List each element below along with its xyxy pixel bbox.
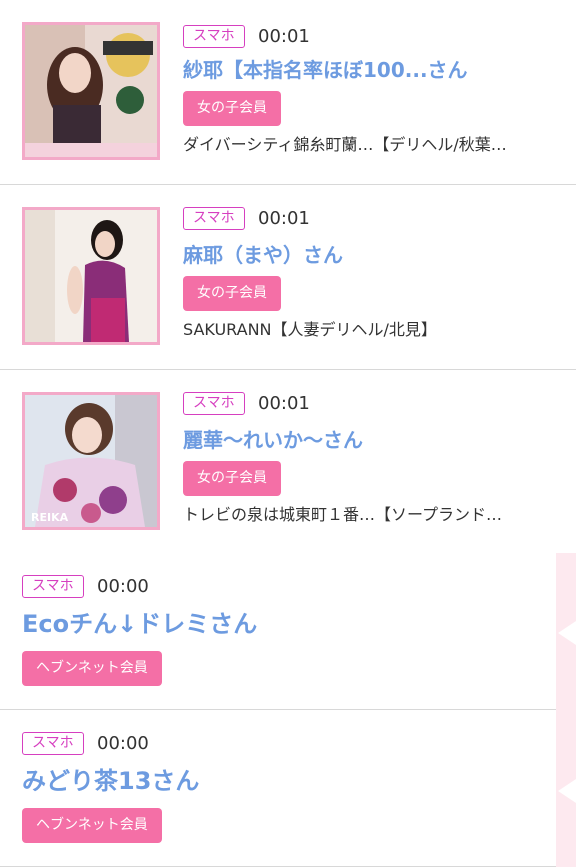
profile-photo-icon: REIKA	[25, 395, 157, 527]
shop-name[interactable]: SAKURANN【人妻デリヘル/北見】	[183, 319, 437, 341]
shop-name[interactable]: トレビの泉は城東町１番…【ソープランド…	[183, 504, 502, 526]
device-badge: スマホ	[183, 207, 245, 230]
member-type-badge: 女の子会員	[183, 461, 281, 496]
device-badge: スマホ	[183, 25, 245, 48]
member-name-link[interactable]: 麗華〜れいか〜さん	[183, 427, 363, 453]
post-time: 00:00	[97, 576, 149, 597]
member-type-badge: 女の子会員	[183, 276, 281, 311]
post-time: 00:01	[258, 393, 310, 414]
list-item[interactable]: スマホ 00:01 紗耶【本指名率ほぼ100...さん 女の子会員 ダイバーシテ…	[0, 0, 576, 185]
shop-name[interactable]: ダイバーシティ錦糸町蘭…【デリヘル/秋葉…	[183, 134, 507, 156]
profile-thumbnail[interactable]	[22, 207, 160, 345]
member-name-link[interactable]: 紗耶【本指名率ほぼ100...さん	[183, 57, 468, 83]
side-arrow-icon[interactable]	[558, 779, 576, 803]
member-type-badge: 女の子会員	[183, 91, 281, 126]
list-item[interactable]: スマホ 00:00 Ecoチん↓ドレミさん ヘブンネット会員	[0, 553, 576, 710]
member-type-badge: ヘブンネット会員	[22, 808, 162, 843]
list-item[interactable]: スマホ 00:01 麻耶（まや）さん 女の子会員 SAKURANN【人妻デリヘル…	[0, 185, 576, 370]
profile-photo-icon	[25, 210, 157, 342]
thumb-watermark: REIKA	[31, 511, 69, 524]
member-name-link[interactable]: みどり茶13さん	[22, 766, 199, 796]
post-time: 00:01	[258, 26, 310, 47]
profile-thumbnail[interactable]	[22, 22, 160, 160]
list-item[interactable]: REIKA スマホ 00:01 麗華〜れいか〜さん 女の子会員 トレビの泉は城東…	[0, 370, 576, 555]
device-badge: スマホ	[22, 575, 84, 598]
device-badge: スマホ	[183, 392, 245, 415]
profile-photo-icon	[25, 25, 157, 157]
member-name-link[interactable]: 麻耶（まや）さん	[183, 242, 343, 268]
side-arrow-icon[interactable]	[558, 621, 576, 645]
device-badge: スマホ	[22, 732, 84, 755]
member-type-badge: ヘブンネット会員	[22, 651, 162, 686]
side-panel-strip[interactable]	[556, 553, 576, 867]
post-time: 00:01	[258, 208, 310, 229]
member-activity-feed: スマホ 00:01 紗耶【本指名率ほぼ100...さん 女の子会員 ダイバーシテ…	[0, 0, 576, 867]
member-name-link[interactable]: Ecoチん↓ドレミさん	[22, 609, 257, 639]
post-time: 00:00	[97, 733, 149, 754]
list-item[interactable]: スマホ 00:00 みどり茶13さん ヘブンネット会員	[0, 710, 576, 867]
profile-thumbnail[interactable]: REIKA	[22, 392, 160, 530]
